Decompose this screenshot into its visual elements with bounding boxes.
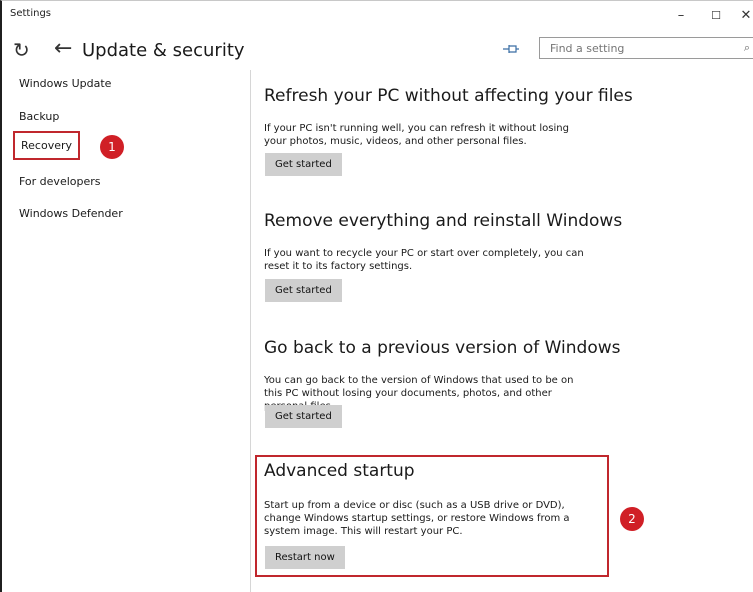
sidebar-item-backup[interactable]: Backup [19, 110, 59, 123]
section-description: If you want to recycle your PC or start … [264, 248, 584, 272]
section-title: Remove everything and reinstall Windows [264, 211, 623, 231]
section-title: Refresh your PC without affecting your f… [264, 86, 633, 106]
annotation-badge-2: 2 [620, 507, 644, 531]
search-input[interactable] [548, 41, 732, 56]
sidebar: Windows Update Backup Recovery For devel… [2, 70, 250, 592]
title-bar: Settings – ☐ ✕ [2, 1, 753, 31]
go-back-get-started-button[interactable]: Get started [265, 405, 342, 428]
search-box[interactable]: ⌕ [539, 37, 753, 59]
section-title: Advanced startup [264, 461, 415, 481]
close-button[interactable]: ✕ [731, 7, 753, 25]
page-title: Update & security [82, 40, 245, 61]
refresh-get-started-button[interactable]: Get started [265, 153, 342, 176]
sidebar-item-windows-defender[interactable]: Windows Defender [19, 207, 123, 220]
page-header: ↻ ← Update & security ⌕ [2, 31, 753, 69]
pin-icon[interactable] [501, 42, 521, 56]
reset-get-started-button[interactable]: Get started [265, 279, 342, 302]
window-title: Settings [10, 8, 52, 19]
section-description: If your PC isn't running well, you can r… [264, 123, 569, 147]
minimize-button[interactable]: – [666, 7, 696, 25]
section-title: Go back to a previous version of Windows [264, 338, 621, 358]
sidebar-item-windows-update[interactable]: Windows Update [19, 77, 111, 90]
sidebar-item-recovery[interactable]: Recovery [13, 131, 81, 160]
sidebar-item-for-developers[interactable]: For developers [19, 175, 101, 188]
search-icon[interactable]: ⌕ [744, 41, 750, 55]
annotation-badge-1: 1 [100, 135, 124, 159]
maximize-button[interactable]: ☐ [701, 7, 731, 25]
refresh-icon[interactable]: ↻ [13, 38, 30, 62]
back-arrow-icon[interactable]: ← [54, 36, 72, 61]
sidebar-divider [250, 70, 251, 592]
restart-now-button[interactable]: Restart now [265, 546, 345, 569]
section-description: Start up from a device or disc (such as … [264, 500, 570, 537]
